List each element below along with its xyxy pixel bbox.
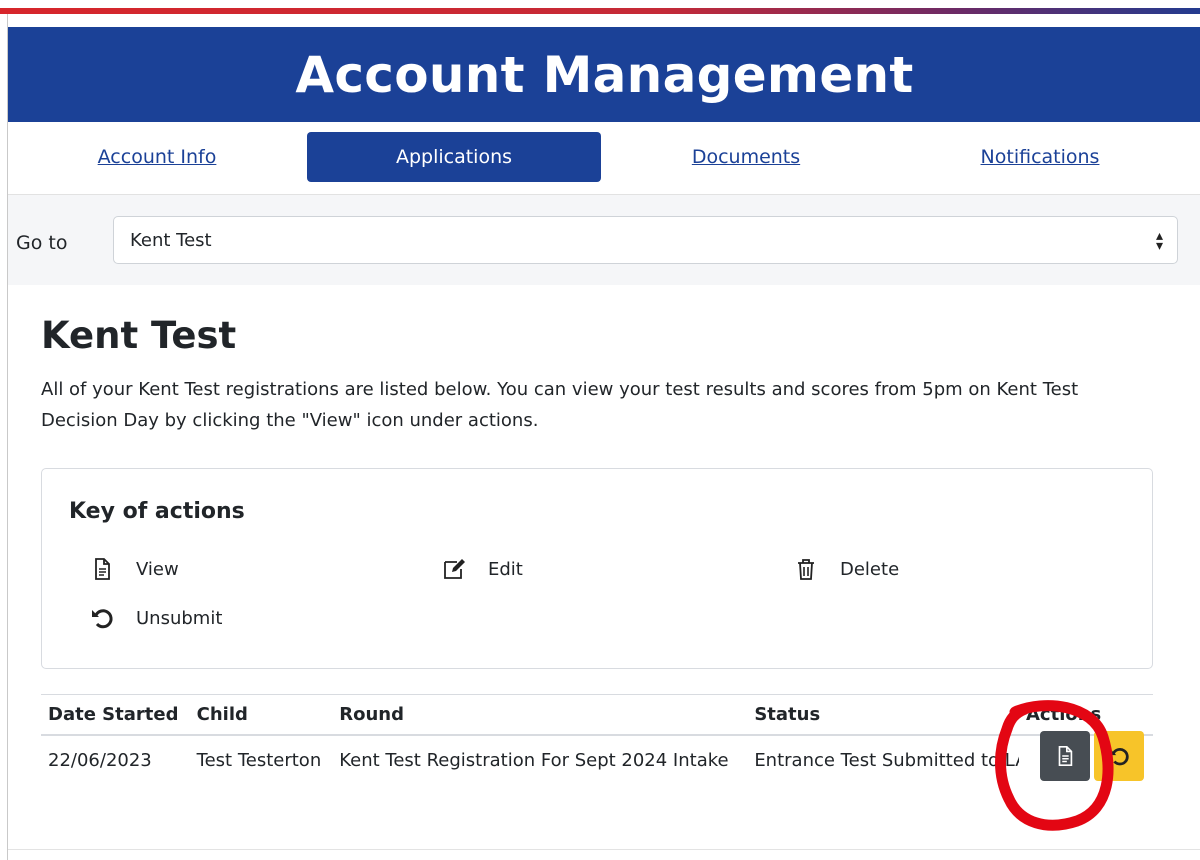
table-row: 22/06/2023 Test Testerton Kent Test Regi… bbox=[41, 735, 1153, 785]
page-title: Kent Test bbox=[41, 314, 237, 357]
tab-documents[interactable]: Documents bbox=[599, 132, 893, 182]
bottom-divider bbox=[8, 849, 1200, 850]
goto-selected-value: Kent Test bbox=[130, 230, 212, 251]
cell-date: 22/06/2023 bbox=[48, 750, 152, 771]
column-header-round: Round bbox=[332, 694, 748, 736]
column-header-status: Status bbox=[747, 694, 1019, 736]
unsubmit-button[interactable] bbox=[1094, 731, 1144, 781]
view-button[interactable] bbox=[1040, 731, 1090, 781]
trash-icon bbox=[798, 559, 814, 580]
key-item-label: Unsubmit bbox=[136, 607, 223, 629]
key-item-label: Edit bbox=[488, 558, 523, 580]
key-item-label: Delete bbox=[840, 558, 900, 580]
page-header: Account Management bbox=[8, 27, 1200, 122]
goto-select[interactable]: Kent Test ▴ ▾ bbox=[113, 216, 1178, 264]
goto-bar: Go to Kent Test ▴ ▾ bbox=[8, 195, 1200, 285]
intro-text: All of your Kent Test registrations are … bbox=[41, 379, 1079, 431]
tab-account-info[interactable]: Account Info bbox=[10, 132, 304, 182]
tab-notifications[interactable]: Notifications bbox=[893, 132, 1187, 182]
key-item-unsubmit: Unsubmit bbox=[90, 606, 222, 630]
applications-table: Date Started Child Round Status Actions … bbox=[41, 694, 1153, 785]
edit-icon bbox=[444, 559, 465, 579]
key-of-actions-panel: Key of actions View Edit Delete Unsubmit bbox=[41, 468, 1153, 669]
key-item-label: View bbox=[136, 558, 179, 580]
cell-child: Test Testerton bbox=[196, 750, 322, 771]
main-content: Kent Test All of your Kent Test registra… bbox=[41, 314, 1161, 771]
page-header-title: Account Management bbox=[295, 45, 914, 104]
key-item-view: View bbox=[90, 557, 179, 581]
goto-label: Go to bbox=[16, 232, 68, 254]
column-header-date: Date Started bbox=[41, 694, 190, 736]
column-header-child: Child bbox=[189, 694, 333, 736]
key-item-edit: Edit bbox=[442, 557, 523, 581]
undo-icon bbox=[1109, 748, 1129, 766]
tab-applications[interactable]: Applications bbox=[307, 132, 601, 182]
undo-icon bbox=[92, 609, 113, 629]
cell-status: Entrance Test Submitted to LA bbox=[754, 750, 1019, 771]
select-caret-icon: ▴ ▾ bbox=[1155, 227, 1163, 253]
table-header-row: Date Started Child Round Status Actions bbox=[41, 694, 1153, 736]
key-title: Key of actions bbox=[69, 499, 245, 524]
page-frame: Account Management Account Info Applicat… bbox=[7, 14, 1200, 860]
column-header-actions: Actions bbox=[1019, 694, 1153, 736]
document-icon bbox=[95, 558, 110, 580]
tab-bar: Account Info Applications Documents Noti… bbox=[8, 122, 1200, 195]
key-item-delete: Delete bbox=[794, 557, 899, 581]
cell-round: Kent Test Registration For Sept 2024 Int… bbox=[339, 750, 729, 771]
document-icon bbox=[1058, 746, 1073, 766]
